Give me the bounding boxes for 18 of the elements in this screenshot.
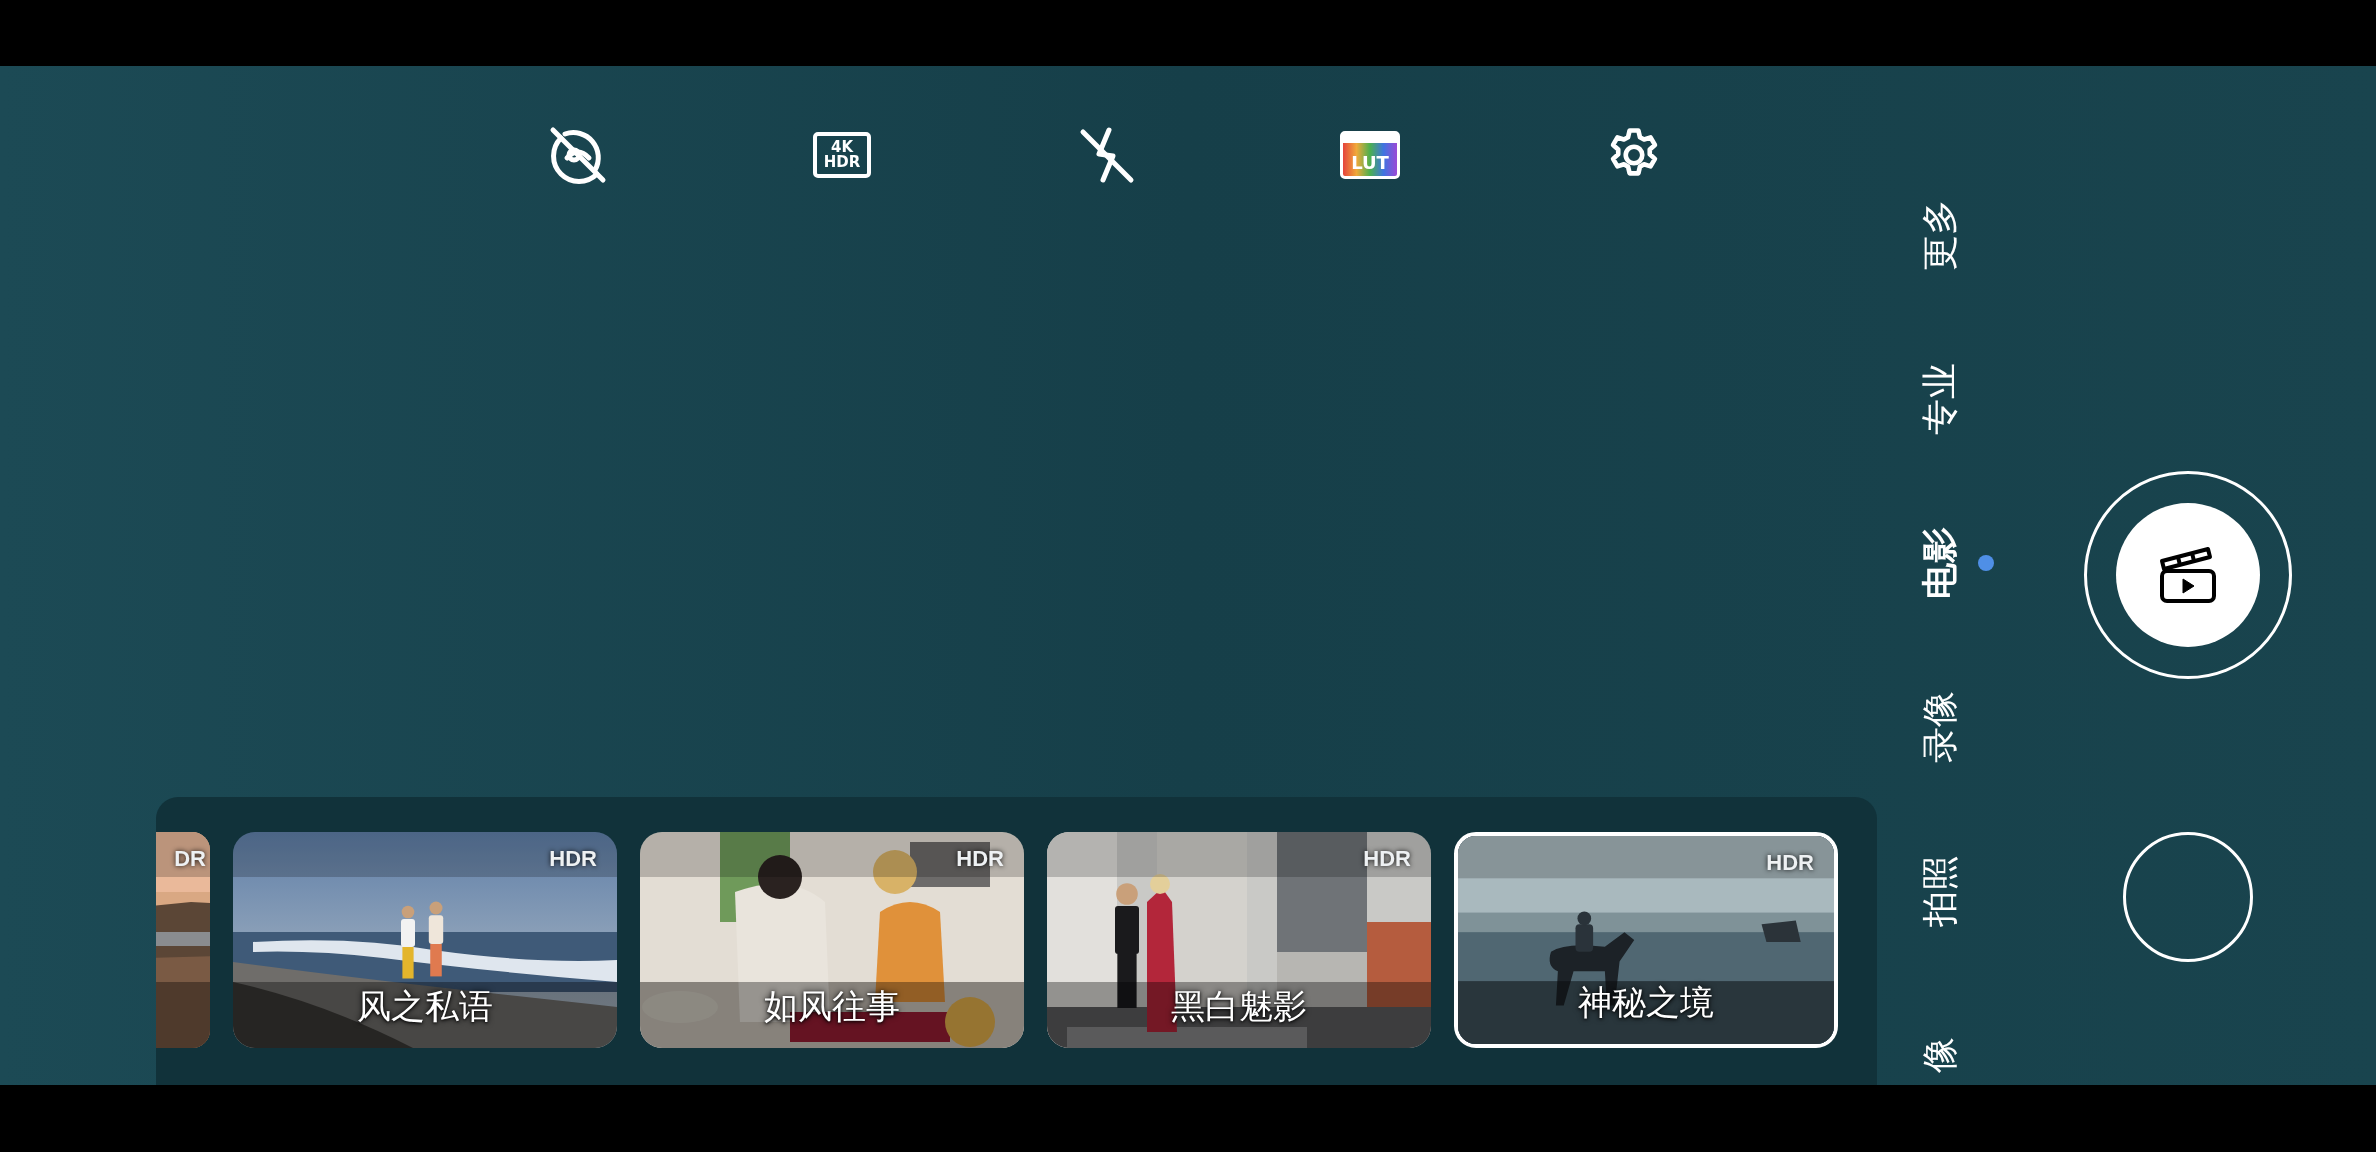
filter-card[interactable]: HDR 风之私语 xyxy=(233,832,617,1048)
hdr-label: HDR xyxy=(1766,850,1814,876)
gallery-thumbnail[interactable] xyxy=(2123,832,2253,962)
hdr-label: DR xyxy=(174,846,206,872)
mode-tab[interactable]: 更多 xyxy=(1915,198,1965,270)
mode-tab[interactable]: 专业 xyxy=(1915,362,1965,434)
video-quality-icon[interactable]: 4K HDR xyxy=(813,132,871,178)
mode-tab[interactable]: 像 xyxy=(1915,1036,1965,1072)
selected-dot xyxy=(1978,555,1994,571)
mode-tab[interactable]: 录像 xyxy=(1915,690,1965,762)
filter-title: 黑白魅影 xyxy=(1170,985,1308,1028)
hdr-label: HDR xyxy=(549,846,597,872)
filter-title: 神秘之境 xyxy=(1577,981,1715,1024)
filter-title: 风之私语 xyxy=(356,985,494,1028)
filter-card[interactable]: HDR 神秘之境 xyxy=(1454,832,1838,1048)
mode-tab[interactable]: 电影 xyxy=(1915,526,1965,598)
record-button[interactable] xyxy=(2084,471,2292,679)
mode-tab[interactable]: 拍照 xyxy=(1915,854,1965,926)
